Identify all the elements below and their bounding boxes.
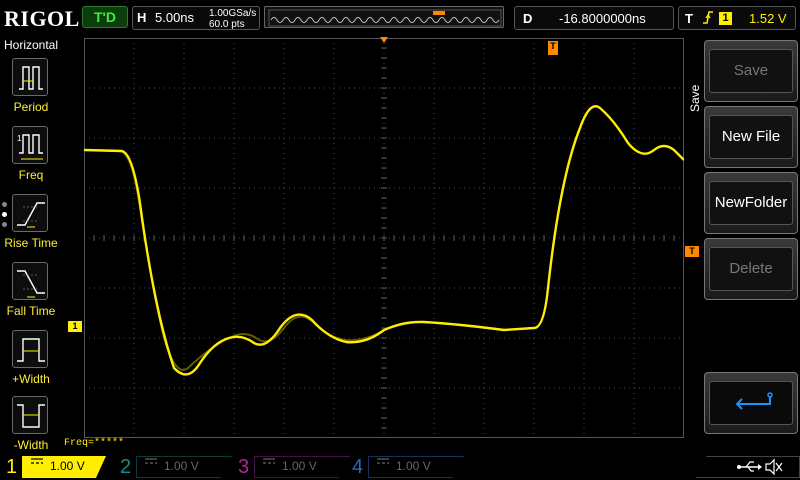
measure-rise-time-label: Rise Time — [4, 236, 58, 250]
trigger-source-badge: 1 — [719, 12, 732, 25]
save-menu: Save Save New File NewFolder Delete — [688, 38, 800, 438]
back-button[interactable] — [704, 372, 798, 434]
delete-button[interactable]: Delete — [704, 238, 798, 300]
channel-3-scale: 1.00 V — [282, 459, 317, 473]
trigger-center-marker-icon — [380, 37, 388, 43]
measure-period-label: Period — [13, 100, 49, 114]
channel-2-scale: 1.00 V — [164, 459, 199, 473]
measure-period[interactable]: Period — [0, 56, 62, 122]
ch1-offset-marker[interactable]: 1 — [68, 321, 82, 332]
trigger-level-value: 1.52 V — [749, 11, 787, 26]
trigger-position-marker[interactable]: T — [548, 41, 558, 55]
save-button-label: Save — [709, 49, 793, 93]
ch1-persistence-trace — [84, 149, 535, 371]
measure-rise-time[interactable]: Rise Time — [0, 192, 62, 258]
period-icon — [12, 58, 48, 96]
channel-1-scale: 1.00 V — [50, 459, 85, 473]
new-file-button-label: New File — [709, 115, 793, 159]
measure-fall-time-label: Fall Time — [6, 304, 56, 318]
channel-1-tab[interactable]: 1 1.00 V — [0, 454, 108, 480]
trigger-position-in-memory-icon — [433, 11, 445, 15]
measure-negative-width[interactable]: -Width — [0, 394, 62, 460]
delay-value: -16.8000000ns — [559, 11, 646, 26]
channel-3-tab[interactable]: 3 1.00 V — [232, 454, 350, 480]
positive-width-icon — [12, 330, 48, 368]
top-status-bar: RIGOL T'D H 5.00ns 1.00GSa/s 60.0 pts D … — [0, 0, 800, 36]
sample-rate: 1.00GSa/s — [209, 8, 257, 19]
channel-bar: 1 1.00 V 2 1.00 V 3 1.00 V 4 1.00 V — [0, 454, 800, 480]
memory-waveform-preview — [268, 9, 502, 27]
frequency-icon: 1 — [12, 126, 48, 164]
graticule — [84, 38, 684, 438]
channel-2-tab[interactable]: 2 1.00 V — [114, 454, 232, 480]
rigol-logo: RIGOL — [4, 6, 80, 31]
measure-fall-time[interactable]: Fall Time — [0, 260, 62, 326]
run-status-badge[interactable]: T'D — [82, 6, 128, 28]
horizontal-timebase-box[interactable]: H 5.00ns 1.00GSa/s 60.0 pts — [132, 6, 260, 30]
channel-2-number: 2 — [120, 456, 132, 478]
channel-3-number: 3 — [238, 456, 250, 478]
memory-overview-strip — [264, 6, 504, 28]
measure-menu: Horizontal Period 1 Freq Rise Time Fall … — [0, 36, 62, 454]
rise-time-icon — [12, 194, 48, 232]
memory-points: 60.0 pts — [209, 19, 245, 30]
trigger-box[interactable]: T 1 1.52 V — [678, 6, 796, 30]
speaker-muted-icon — [765, 458, 783, 476]
usb-icon — [737, 461, 762, 472]
delay-box[interactable]: D -16.8000000ns — [514, 6, 674, 30]
fall-time-icon — [12, 262, 48, 300]
new-file-button[interactable]: New File — [704, 106, 798, 168]
measure-freq[interactable]: 1 Freq — [0, 124, 62, 190]
delete-button-label: Delete — [709, 247, 793, 291]
measure-positive-width[interactable]: +Width — [0, 328, 62, 394]
negative-width-icon — [12, 396, 48, 434]
trigger-label: T — [685, 11, 693, 26]
frequency-readout: Freq=***** — [64, 438, 125, 449]
channel-4-tab[interactable]: 4 1.00 V — [346, 454, 464, 480]
system-icons — [696, 456, 800, 478]
channel-4-scale: 1.00 V — [396, 459, 431, 473]
waveform-display[interactable] — [84, 38, 684, 438]
save-button[interactable]: Save — [704, 40, 798, 102]
new-folder-button[interactable]: NewFolder — [704, 172, 798, 234]
dc-coupling-icon — [262, 456, 276, 468]
channel-4-number: 4 — [352, 456, 364, 478]
dc-coupling-icon — [376, 456, 390, 468]
measure-positive-width-label: +Width — [12, 372, 50, 386]
return-arrow-icon — [735, 392, 773, 410]
new-folder-button-label: NewFolder — [709, 181, 793, 225]
channel-1-number: 1 — [6, 456, 18, 478]
save-menu-title: Save — [688, 84, 702, 112]
measure-freq-label: Freq — [18, 168, 44, 182]
measure-negative-width-label: -Width — [13, 438, 49, 452]
timebase-value: 5.00ns — [155, 10, 195, 25]
measure-menu-title: Horizontal — [3, 38, 59, 52]
delay-label: D — [523, 11, 533, 26]
rising-edge-icon — [701, 9, 715, 30]
dc-coupling-icon — [30, 456, 44, 468]
horizontal-label: H — [137, 10, 147, 25]
svg-text:1: 1 — [17, 134, 22, 143]
dc-coupling-icon — [144, 456, 158, 468]
